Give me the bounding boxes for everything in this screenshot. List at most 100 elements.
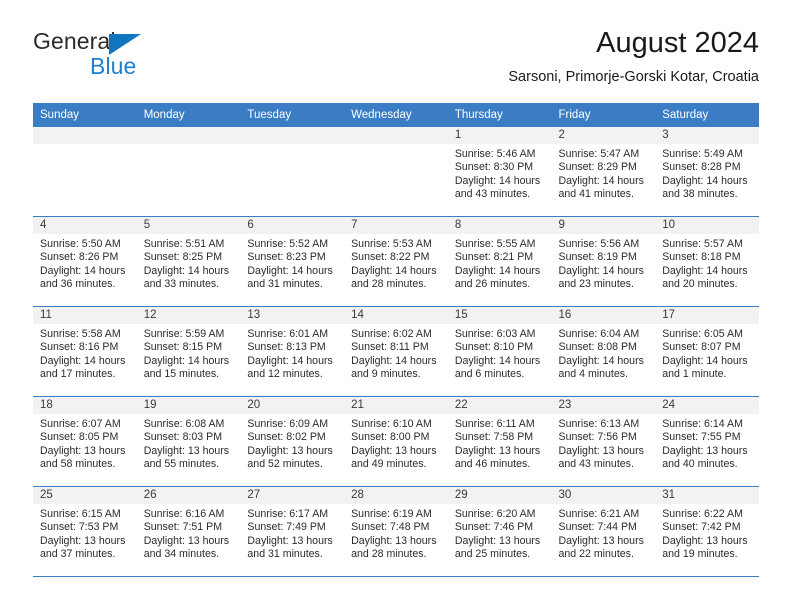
daylight-duration-line1: Daylight: 14 hours — [40, 354, 126, 367]
calendar-day-cell[interactable]: 28 Sunrise: 6:19 AM Sunset: 7:48 PM Dayligh… — [344, 486, 448, 577]
daylight-duration-line2: and 37 minutes. — [40, 548, 116, 561]
sunrise-time: Sunrise: 6:02 AM — [351, 328, 432, 340]
calendar-week-row: 4 Sunrise: 5:50 AM Sunset: 8:26 PM Daylight… — [33, 216, 759, 307]
sunset-time: Sunset: 8:16 PM — [40, 341, 119, 354]
day-cell-inner: 25 Sunrise: 6:15 AM Sunset: 7:53 PM Dayligh… — [33, 487, 137, 576]
day-cell-inner: 11 Sunrise: 5:58 AM Sunset: 8:16 PM Dayligh… — [33, 307, 137, 396]
calendar-day-cell[interactable]: 5 Sunrise: 5:51 AM Sunset: 8:25 PM Daylight… — [136, 216, 241, 307]
day-cell-inner: 14 Sunrise: 6:02 AM Sunset: 8:11 PM Dayligh… — [344, 307, 448, 396]
sunrise-time: Sunrise: 6:11 AM — [454, 418, 535, 430]
title-block: August 2024 Sarsoni, Primorje-Gorski Kot… — [508, 26, 759, 86]
calendar-day-cell[interactable]: 18 Sunrise: 6:07 AM Sunset: 8:05 PM Dayligh… — [33, 396, 137, 487]
daylight-duration-line2: and 34 minutes. — [143, 548, 220, 561]
calendar-day-cell[interactable]: 9 Sunrise: 5:56 AM Sunset: 8:19 PM Daylight… — [551, 216, 656, 307]
calendar-day-cell[interactable]: 11 Sunrise: 5:58 AM Sunset: 8:16 PM Dayligh… — [33, 306, 137, 397]
calendar-week-row: 25 Sunrise: 6:15 AM Sunset: 7:53 PM Dayligh… — [33, 486, 759, 577]
daylight-duration-line1: Daylight: 14 hours — [662, 264, 748, 277]
calendar-day-cell[interactable]: 1 Sunrise: 5:46 AM Sunset: 8:30 PM Daylight… — [447, 127, 552, 217]
calendar-day-cell[interactable]: 30 Sunrise: 6:21 AM Sunset: 7:44 PM Dayligh… — [551, 486, 656, 577]
daylight-duration-line2: and 28 minutes. — [351, 548, 427, 561]
day-cell-details — [240, 144, 344, 148]
daylight-duration-line1: Daylight: 13 hours — [662, 534, 748, 547]
daylight-duration-line2: and 58 minutes. — [40, 458, 116, 471]
day-cell-details: Sunrise: 5:59 AM Sunset: 8:15 PM Daylight:… — [137, 324, 241, 382]
calendar-page: General Blue August 2024 Sarsoni, Primor… — [0, 0, 792, 612]
calendar-day-cell[interactable]: 22 Sunrise: 6:11 AM Sunset: 7:58 PM Dayligh… — [447, 396, 552, 487]
calendar-day-cell[interactable]: 14 Sunrise: 6:02 AM Sunset: 8:11 PM Dayligh… — [344, 306, 448, 397]
calendar-body: 1 Sunrise: 5:46 AM Sunset: 8:30 PM Daylight… — [33, 127, 759, 577]
sunrise-time: Sunrise: 6:03 AM — [454, 328, 536, 340]
calendar-day-cell[interactable]: 15 Sunrise: 6:03 AM Sunset: 8:10 PM Dayligh… — [447, 306, 552, 397]
calendar-day-cell[interactable]: 10 Sunrise: 5:57 AM Sunset: 8:18 PM Dayligh… — [655, 216, 759, 307]
calendar-day-cell[interactable]: 13 Sunrise: 6:01 AM Sunset: 8:13 PM Dayligh… — [240, 306, 345, 397]
calendar-day-cell[interactable]: 4 Sunrise: 5:50 AM Sunset: 8:26 PM Daylight… — [33, 216, 137, 307]
sunset-time: Sunset: 8:15 PM — [143, 341, 223, 354]
daylight-duration-line1: Daylight: 13 hours — [40, 534, 126, 547]
daylight-duration-line1: Daylight: 13 hours — [351, 444, 437, 457]
day-number: 17 — [655, 307, 759, 324]
calendar-day-cell[interactable]: 29 Sunrise: 6:20 AM Sunset: 7:46 PM Dayligh… — [447, 486, 552, 577]
calendar-day-cell[interactable]: 21 Sunrise: 6:10 AM Sunset: 8:00 PM Dayligh… — [344, 396, 448, 487]
logo-text-general: General — [33, 28, 116, 54]
sunrise-time: Sunrise: 6:15 AM — [40, 508, 121, 520]
day-number — [344, 127, 448, 144]
day-cell-details: Sunrise: 5:53 AM Sunset: 8:22 PM Daylight:… — [344, 234, 448, 292]
day-cell-details: Sunrise: 6:11 AM Sunset: 7:58 PM Daylight:… — [448, 414, 552, 472]
calendar-day-cell[interactable]: 12 Sunrise: 5:59 AM Sunset: 8:15 PM Dayligh… — [136, 306, 241, 397]
daylight-duration-line2: and 43 minutes. — [454, 188, 531, 201]
general-blue-logo[interactable]: General Blue — [33, 28, 273, 84]
day-cell-inner: 2 Sunrise: 5:47 AM Sunset: 8:29 PM Daylight… — [551, 127, 656, 216]
daylight-duration-line1: Daylight: 14 hours — [558, 354, 644, 367]
day-number: 13 — [240, 307, 345, 324]
sunrise-time: Sunrise: 6:21 AM — [558, 508, 640, 520]
day-number: 20 — [240, 397, 345, 414]
calendar-day-cell[interactable]: 24 Sunrise: 6:14 AM Sunset: 7:55 PM Dayligh… — [655, 396, 759, 487]
sunset-time: Sunset: 7:44 PM — [558, 521, 637, 534]
calendar-day-cell[interactable]: 26 Sunrise: 6:16 AM Sunset: 7:51 PM Dayligh… — [136, 486, 241, 577]
day-number: 6 — [240, 217, 345, 234]
sunset-time: Sunset: 8:29 PM — [558, 161, 637, 174]
day-number: 16 — [551, 307, 656, 324]
calendar-day-cell[interactable]: 23 Sunrise: 6:13 AM Sunset: 7:56 PM Dayligh… — [551, 396, 656, 487]
day-number: 21 — [344, 397, 448, 414]
logo-triangle-icon — [109, 34, 141, 55]
day-cell-details: Sunrise: 5:47 AM Sunset: 8:29 PM Daylight:… — [552, 144, 656, 202]
daylight-duration-line2: and 23 minutes. — [558, 278, 634, 291]
weekday-header-saturday: Saturday — [655, 103, 759, 127]
day-cell-inner — [344, 127, 448, 216]
daylight-duration-line1: Daylight: 14 hours — [558, 174, 644, 187]
calendar-day-cell[interactable]: 8 Sunrise: 5:55 AM Sunset: 8:21 PM Daylight… — [447, 216, 552, 307]
sunset-time: Sunset: 7:49 PM — [247, 521, 326, 534]
day-number — [240, 127, 345, 144]
calendar-day-cell[interactable]: 27 Sunrise: 6:17 AM Sunset: 7:49 PM Dayligh… — [240, 486, 345, 577]
calendar-day-cell[interactable]: 3 Sunrise: 5:49 AM Sunset: 8:28 PM Daylight… — [655, 127, 759, 217]
day-cell-details: Sunrise: 6:01 AM Sunset: 8:13 PM Daylight:… — [240, 324, 344, 382]
sunrise-time: Sunrise: 6:05 AM — [662, 328, 743, 340]
calendar-day-cell[interactable]: 6 Sunrise: 5:52 AM Sunset: 8:23 PM Daylight… — [240, 216, 345, 307]
daylight-duration-line2: and 28 minutes. — [351, 278, 427, 291]
day-number: 18 — [33, 397, 137, 414]
calendar-day-cell[interactable]: 7 Sunrise: 5:53 AM Sunset: 8:22 PM Daylight… — [344, 216, 448, 307]
logo-text-blue: Blue — [90, 53, 137, 79]
day-cell-details: Sunrise: 6:13 AM Sunset: 7:56 PM Daylight:… — [552, 414, 656, 472]
sunrise-time: Sunrise: 6:08 AM — [143, 418, 225, 430]
calendar-grid: Sunday Monday Tuesday Wednesday Thursday… — [33, 103, 759, 577]
sunset-time: Sunset: 8:13 PM — [247, 341, 326, 354]
calendar-day-cell[interactable]: 19 Sunrise: 6:08 AM Sunset: 8:03 PM Dayligh… — [136, 396, 241, 487]
day-cell-inner — [240, 127, 345, 216]
sunrise-time: Sunrise: 6:14 AM — [662, 418, 743, 430]
day-cell-inner: 12 Sunrise: 5:59 AM Sunset: 8:15 PM Dayligh… — [136, 307, 241, 396]
sunset-time: Sunset: 8:07 PM — [662, 341, 741, 354]
calendar-day-cell[interactable]: 16 Sunrise: 6:04 AM Sunset: 8:08 PM Dayligh… — [551, 306, 656, 397]
daylight-duration-line1: Daylight: 14 hours — [247, 354, 333, 367]
calendar-day-cell[interactable]: 17 Sunrise: 6:05 AM Sunset: 8:07 PM Dayligh… — [655, 306, 759, 397]
day-cell-details: Sunrise: 5:49 AM Sunset: 8:28 PM Daylight:… — [655, 144, 759, 202]
calendar-day-cell[interactable]: 25 Sunrise: 6:15 AM Sunset: 7:53 PM Dayligh… — [33, 486, 137, 577]
daylight-duration-line2: and 33 minutes. — [143, 278, 220, 291]
daylight-duration-line2: and 55 minutes. — [143, 458, 220, 471]
calendar-day-cell[interactable]: 31 Sunrise: 6:22 AM Sunset: 7:42 PM Dayligh… — [655, 486, 759, 577]
calendar-day-cell[interactable]: 20 Sunrise: 6:09 AM Sunset: 8:02 PM Dayligh… — [240, 396, 345, 487]
calendar-day-cell[interactable]: 2 Sunrise: 5:47 AM Sunset: 8:29 PM Daylight… — [551, 127, 656, 217]
calendar-day-cell-empty — [344, 127, 448, 217]
day-cell-inner: 21 Sunrise: 6:10 AM Sunset: 8:00 PM Dayligh… — [344, 397, 448, 486]
